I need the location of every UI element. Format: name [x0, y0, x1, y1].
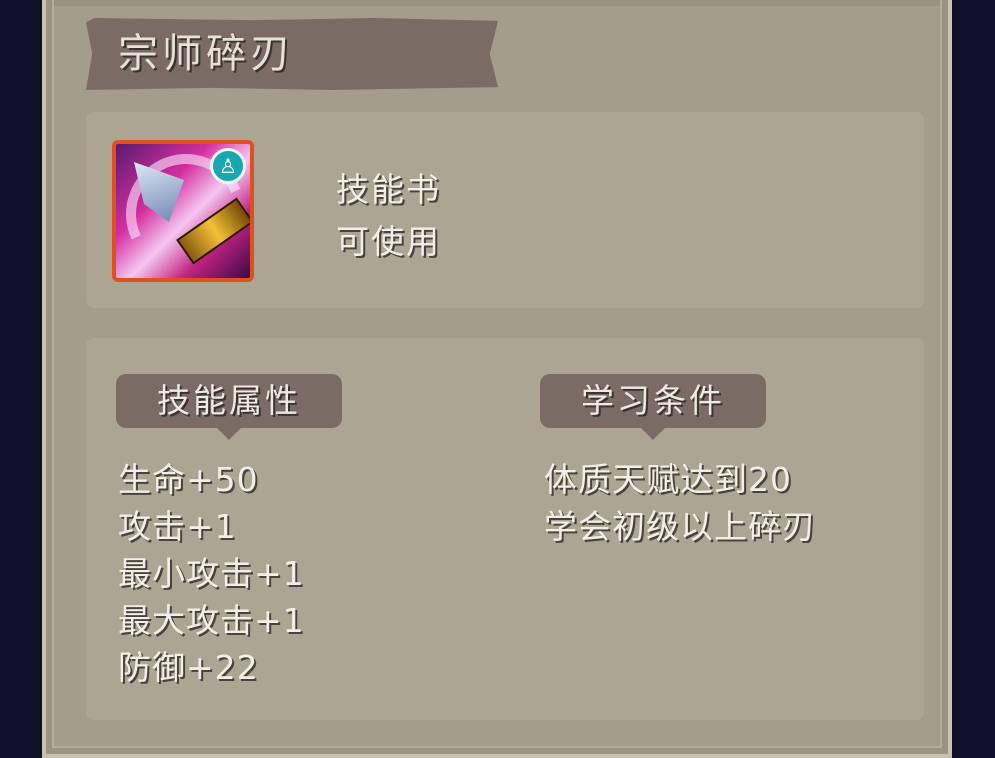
attribute-item: 生命+50 [118, 460, 259, 499]
background-right [955, 0, 995, 758]
skill-title: 宗师碎刃 [118, 31, 294, 77]
attribute-item: 最小攻击+1 [118, 554, 305, 593]
attributes-list: 生命+50 攻击+1 最小攻击+1 最大攻击+1 防御+22 [118, 456, 305, 691]
attribute-item: 防御+22 [118, 648, 259, 687]
item-status-label: 可使用 [336, 222, 441, 261]
requirement-item: 学会初级以上碎刃 [544, 507, 816, 546]
attribute-item: 攻击+1 [118, 507, 237, 546]
requirement-item: 体质天赋达到20 [544, 460, 792, 499]
requirements-list: 体质天赋达到20 学会初级以上碎刃 [544, 456, 816, 550]
attributes-heading: 技能属性 [116, 374, 342, 440]
requirements-heading: 学习条件 [540, 374, 766, 440]
background-left [0, 0, 40, 758]
item-type-label: 技能书 [336, 170, 441, 209]
attribute-item: 最大攻击+1 [118, 601, 305, 640]
skill-tooltip-panel: 宗师碎刃 ♙ 技能书 可使用 技能属性 学习条件 生命+50 攻击+1 最小攻击… [42, 0, 952, 758]
skill-shatter-blade-icon: ♙ [112, 140, 254, 282]
character-badge-icon: ♙ [210, 148, 246, 184]
